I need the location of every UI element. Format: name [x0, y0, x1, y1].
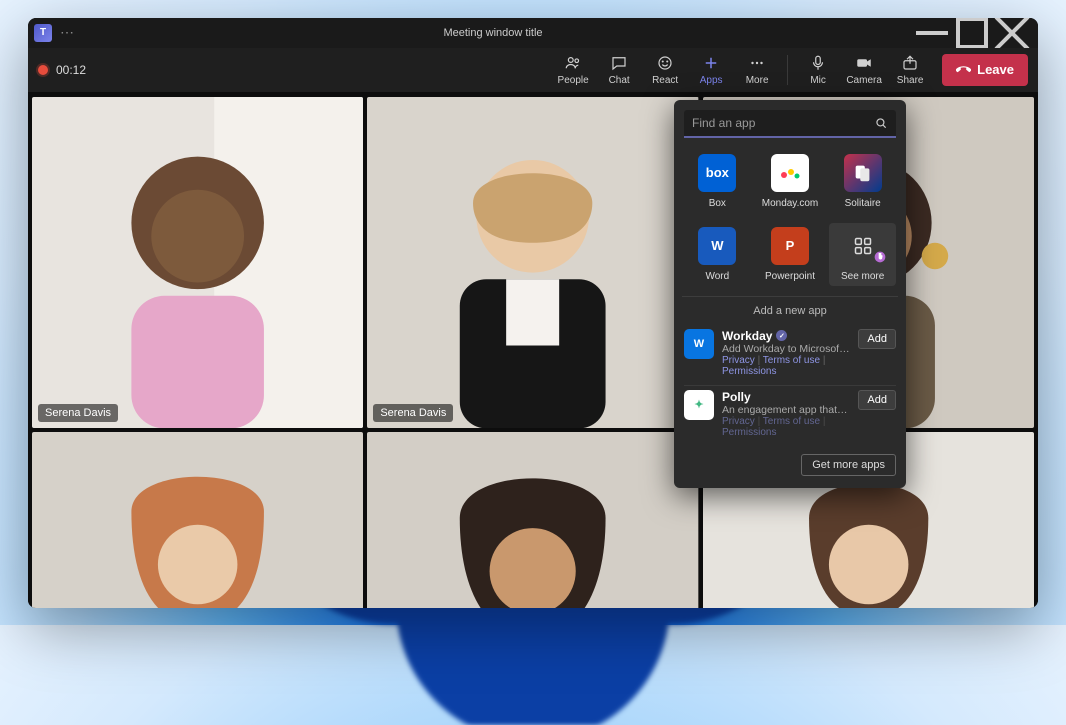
participant-name: Serena Davis — [38, 404, 118, 422]
solitaire-icon — [844, 154, 882, 192]
video-tile[interactable]: Serena Davis — [367, 432, 698, 608]
app-search[interactable] — [684, 110, 896, 138]
word-icon: W — [698, 227, 736, 265]
meeting-timer: 00:12 — [56, 63, 86, 77]
video-tile[interactable]: Serena Davis — [32, 432, 363, 608]
app-tile-powerpoint[interactable]: P Powerpoint — [757, 223, 824, 286]
meeting-window: T ⋯ Meeting window title 00:12 People Ch… — [28, 18, 1038, 608]
react-button[interactable]: React — [643, 48, 687, 92]
camera-button[interactable]: Camera — [842, 48, 886, 92]
window-title: Meeting window title — [74, 27, 912, 39]
participant-name: Serena Davis — [373, 404, 453, 422]
store-app-polly[interactable]: ✦ Polly An engagement app that captures … — [684, 386, 896, 446]
store-app-links[interactable]: Privacy | Terms of use | Permissions — [722, 355, 850, 377]
maximize-button[interactable] — [952, 18, 992, 48]
apps-button[interactable]: Apps — [689, 48, 733, 92]
leave-button[interactable]: Leave — [942, 54, 1028, 86]
chat-button[interactable]: Chat — [597, 48, 641, 92]
mic-button[interactable]: Mic — [796, 48, 840, 92]
store-app-links[interactable]: Privacy | Terms of use | Permissions — [722, 416, 850, 438]
meeting-toolbar: 00:12 People Chat React Apps More — [28, 48, 1038, 93]
powerpoint-icon: P — [771, 227, 809, 265]
titlebar-more-icon[interactable]: ⋯ — [60, 24, 74, 41]
app-tile-word[interactable]: W Word — [684, 223, 751, 286]
close-button[interactable] — [992, 18, 1032, 48]
titlebar: T ⋯ Meeting window title — [28, 18, 1038, 48]
polly-icon: ✦ — [684, 390, 714, 420]
recording-indicator: 00:12 — [38, 63, 86, 77]
app-tile-box[interactable]: box Box — [684, 150, 751, 213]
more-button[interactable]: More — [735, 48, 779, 92]
workday-icon: W — [684, 329, 714, 359]
video-tile[interactable]: Serena Davis — [367, 97, 698, 428]
video-tile[interactable]: Serena Davis — [32, 97, 363, 428]
share-button[interactable]: Share — [888, 48, 932, 92]
app-tile-see-more[interactable]: See more — [829, 223, 896, 286]
search-icon — [874, 116, 888, 130]
add-workday-button[interactable]: Add — [858, 329, 896, 349]
monday-icon — [771, 154, 809, 192]
divider — [682, 296, 898, 297]
teams-app-icon: T — [34, 24, 52, 42]
box-icon: box — [698, 154, 736, 192]
record-dot-icon — [38, 65, 48, 75]
store-app-workday[interactable]: W Workday ✓ Add Workday to Microsoft Tea… — [684, 325, 896, 386]
get-more-apps-button[interactable]: Get more apps — [801, 454, 896, 476]
app-search-input[interactable] — [692, 116, 874, 130]
app-tile-monday[interactable]: Monday.com — [757, 150, 824, 213]
cursor-icon — [872, 249, 888, 265]
add-polly-button[interactable]: Add — [858, 390, 896, 410]
apps-popover: box Box Monday.com Solitaire W Word P — [674, 100, 906, 488]
verified-badge-icon: ✓ — [776, 330, 787, 341]
app-tile-solitaire[interactable]: Solitaire — [829, 150, 896, 213]
minimize-button[interactable] — [912, 18, 952, 48]
add-app-heading: Add a new app — [684, 305, 896, 317]
people-button[interactable]: People — [551, 48, 595, 92]
toolbar-separator — [787, 55, 788, 85]
